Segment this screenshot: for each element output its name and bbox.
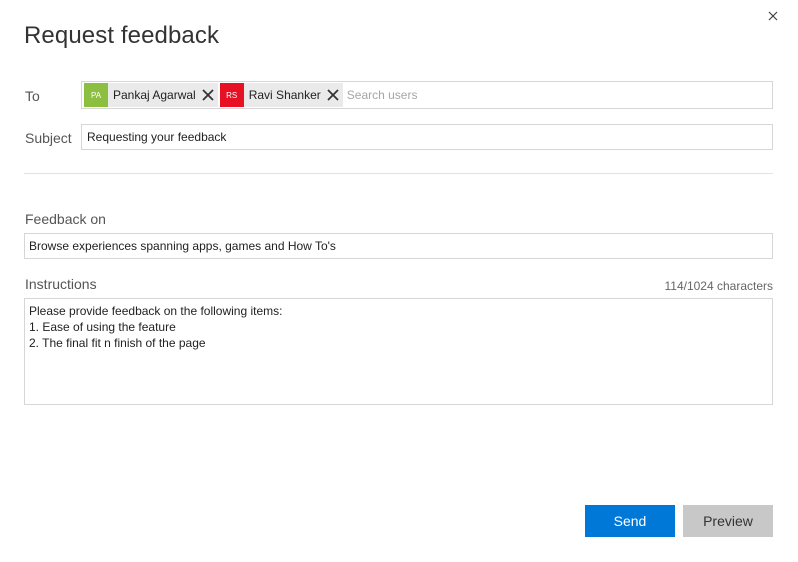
instructions-line: 1. Ease of using the feature [29, 320, 176, 334]
divider [24, 173, 773, 174]
instructions-label: Instructions [25, 276, 97, 292]
preview-button[interactable]: Preview [683, 505, 773, 537]
remove-recipient-icon[interactable] [327, 89, 339, 101]
to-field[interactable]: PA Pankaj Agarwal RS Ravi Shanker [81, 81, 773, 109]
instructions-line: Please provide feedback on the following… [29, 304, 283, 318]
subject-label: Subject [25, 130, 72, 146]
close-icon[interactable] [766, 9, 780, 23]
feedback-on-value: Browse experiences spanning apps, games … [29, 239, 336, 253]
recipient-name: Pankaj Agarwal [113, 88, 196, 102]
instructions-textarea[interactable]: Please provide feedback on the following… [24, 298, 773, 405]
avatar: PA [84, 83, 108, 107]
remove-recipient-icon[interactable] [202, 89, 214, 101]
subject-field[interactable]: Requesting your feedback [81, 124, 773, 150]
recipient-name: Ravi Shanker [248, 88, 321, 102]
character-count: 114/1024 characters [664, 279, 773, 293]
request-feedback-dialog: Request feedback To PA Pankaj Agarwal RS… [0, 0, 798, 562]
recipient-chip[interactable]: RS Ravi Shanker [219, 83, 343, 107]
instructions-line: 2. The final fit n finish of the page [29, 336, 206, 350]
feedback-on-field[interactable]: Browse experiences spanning apps, games … [24, 233, 773, 259]
dialog-title: Request feedback [24, 22, 220, 49]
avatar: RS [219, 83, 244, 107]
send-button[interactable]: Send [585, 505, 675, 537]
to-label: To [25, 88, 40, 104]
subject-value: Requesting your feedback [87, 130, 227, 144]
recipient-chip[interactable]: PA Pankaj Agarwal [84, 83, 218, 107]
feedback-on-label: Feedback on [25, 211, 106, 227]
search-users-input[interactable] [344, 84, 772, 106]
